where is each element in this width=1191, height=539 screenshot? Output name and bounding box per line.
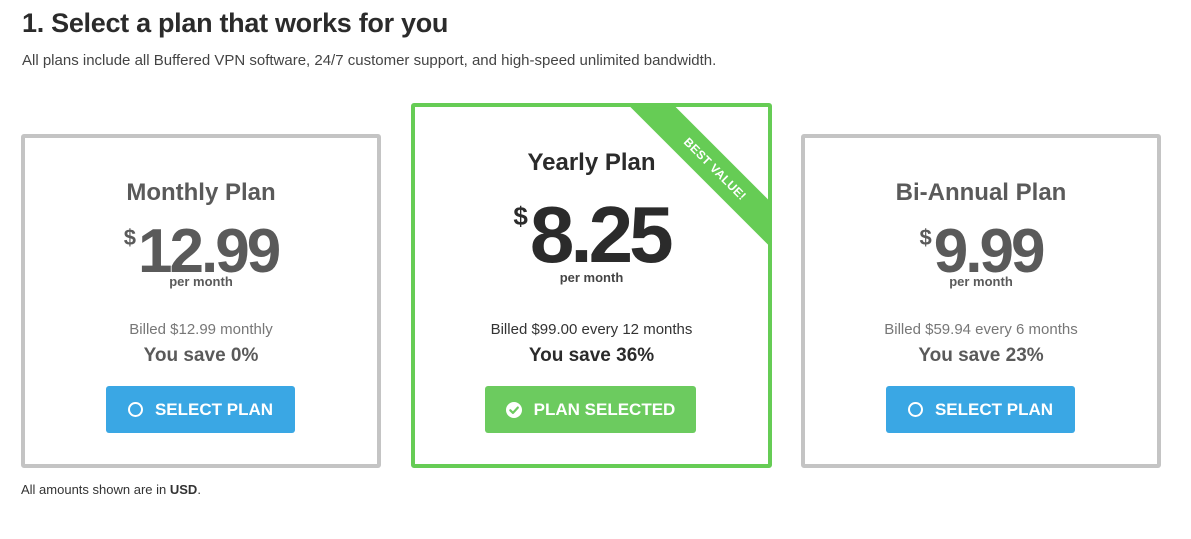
plan-name: Monthly Plan bbox=[126, 179, 276, 206]
price-amount: 8.25 bbox=[529, 190, 674, 279]
currency-note-suffix: . bbox=[197, 482, 201, 497]
currency-symbol: $ bbox=[123, 225, 137, 250]
plan-card-monthly[interactable]: Monthly Plan $12.99 per month Billed $12… bbox=[21, 134, 381, 468]
plan-card-biannual[interactable]: Bi-Annual Plan $9.99 per month Billed $5… bbox=[801, 134, 1161, 468]
page-title: 1. Select a plan that works for you bbox=[22, 8, 449, 38]
plan-card-yearly[interactable]: BEST VALUE! Yearly Plan $8.25 per month … bbox=[411, 103, 772, 468]
check-circle-icon bbox=[505, 401, 522, 418]
radio-circle-icon bbox=[127, 402, 143, 417]
savings-text: You save 36% bbox=[528, 345, 655, 366]
page-subtitle: All plans include all Buffered VPN softw… bbox=[22, 52, 717, 69]
billing-info: Billed $99.00 every 12 months bbox=[490, 321, 693, 338]
select-plan-button[interactable]: SELECT PLAN bbox=[886, 386, 1075, 433]
plan-price: $8.25 bbox=[415, 195, 768, 275]
currency-note-prefix: All amounts shown are in bbox=[21, 482, 170, 497]
plan-selected-button[interactable]: PLAN SELECTED bbox=[485, 386, 696, 433]
savings-text: You save 23% bbox=[918, 345, 1044, 366]
select-plan-button[interactable]: SELECT PLAN bbox=[106, 386, 295, 433]
currency-code: USD bbox=[169, 482, 198, 497]
currency-note: All amounts shown are in USD. bbox=[21, 482, 201, 497]
savings-text: You save 0% bbox=[143, 345, 259, 366]
plan-name: Yearly Plan bbox=[527, 149, 656, 176]
price-period: per month bbox=[169, 274, 233, 289]
button-label: SELECT PLAN bbox=[154, 399, 274, 419]
price-period: per month bbox=[949, 274, 1013, 289]
button-label: SELECT PLAN bbox=[934, 399, 1054, 419]
radio-circle-icon bbox=[907, 402, 923, 417]
currency-symbol: $ bbox=[919, 225, 932, 250]
price-period: per month bbox=[559, 270, 624, 285]
button-label: PLAN SELECTED bbox=[533, 399, 676, 419]
billing-info: Billed $59.94 every 6 months bbox=[884, 321, 1078, 338]
billing-info: Billed $12.99 monthly bbox=[129, 321, 273, 338]
plan-name: Bi-Annual Plan bbox=[895, 179, 1067, 206]
currency-symbol: $ bbox=[513, 201, 528, 231]
